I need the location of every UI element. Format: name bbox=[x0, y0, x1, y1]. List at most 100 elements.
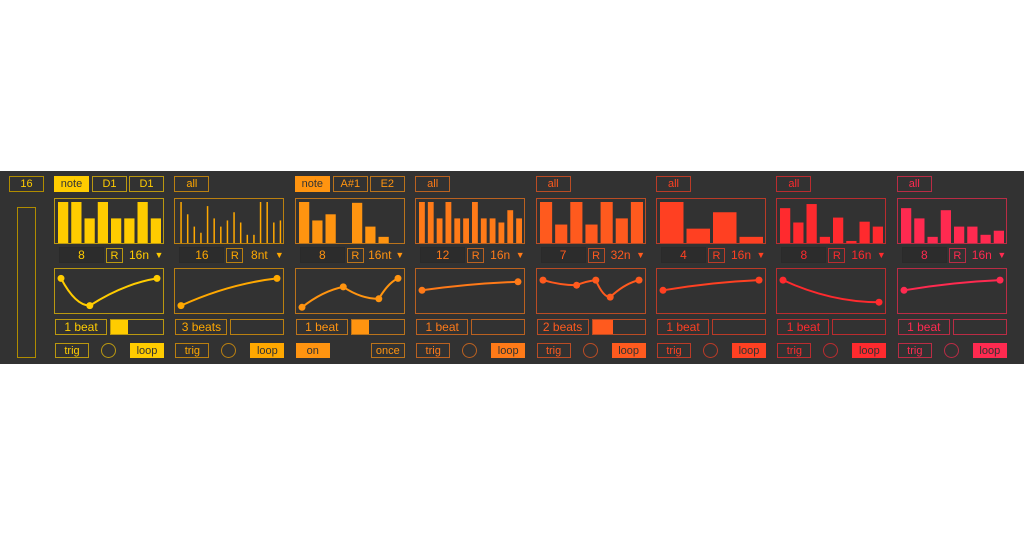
random-button[interactable]: R bbox=[106, 248, 123, 263]
envelope-point[interactable] bbox=[659, 286, 667, 294]
chevron-down-icon[interactable]: ▼ bbox=[756, 247, 766, 263]
length-value[interactable]: 1 beat bbox=[897, 319, 950, 335]
rate-select[interactable]: 16n bbox=[967, 247, 997, 263]
steps-number[interactable]: 4 bbox=[661, 247, 706, 263]
envelope-curve[interactable] bbox=[657, 269, 767, 315]
step-bars[interactable] bbox=[415, 198, 526, 244]
step-bar[interactable] bbox=[193, 226, 196, 243]
rate-select[interactable]: 16nt bbox=[365, 247, 395, 263]
circle-indicator-icon[interactable] bbox=[703, 343, 718, 358]
envelope-point[interactable] bbox=[273, 274, 281, 282]
trig-button[interactable]: trig bbox=[657, 343, 691, 358]
envelope-point[interactable] bbox=[539, 276, 547, 284]
step-bar[interactable] bbox=[463, 218, 470, 243]
mode-button[interactable]: all bbox=[776, 176, 812, 192]
chevron-down-icon[interactable]: ▼ bbox=[515, 247, 525, 263]
step-bar[interactable] bbox=[445, 202, 452, 243]
envelope-point[interactable] bbox=[153, 274, 161, 282]
mode-button[interactable]: all bbox=[656, 176, 691, 192]
step-bar[interactable] bbox=[436, 218, 443, 243]
rate-select[interactable]: 8nt bbox=[244, 247, 274, 263]
step-bars-graph[interactable] bbox=[55, 199, 165, 245]
step-bar[interactable] bbox=[58, 202, 69, 243]
step-bars[interactable] bbox=[54, 198, 164, 244]
steps-number[interactable]: 8 bbox=[299, 247, 345, 263]
circle-indicator-icon[interactable] bbox=[462, 343, 478, 358]
step-bars-graph[interactable] bbox=[777, 199, 887, 245]
loop-button[interactable]: loop bbox=[130, 343, 164, 358]
step-bar[interactable] bbox=[280, 220, 282, 243]
trig-button[interactable]: trig bbox=[897, 343, 932, 358]
step-bar[interactable] bbox=[516, 218, 523, 243]
step-bar[interactable] bbox=[859, 221, 871, 243]
random-button[interactable]: R bbox=[346, 248, 364, 263]
step-bar[interactable] bbox=[71, 202, 82, 243]
master-slider[interactable] bbox=[17, 207, 36, 358]
step-bars[interactable] bbox=[776, 198, 887, 245]
step-bar[interactable] bbox=[97, 202, 108, 243]
envelope-point[interactable] bbox=[755, 276, 763, 284]
length-slider[interactable] bbox=[110, 319, 164, 335]
step-bars[interactable] bbox=[896, 198, 1007, 244]
length-value[interactable]: 1 beat bbox=[777, 319, 830, 335]
loop-button[interactable]: loop bbox=[611, 343, 646, 358]
length-value[interactable]: 1 beat bbox=[295, 319, 348, 335]
mode-button[interactable]: all bbox=[415, 176, 451, 192]
step-bars-graph[interactable] bbox=[657, 199, 767, 245]
circle-indicator-icon[interactable] bbox=[823, 343, 839, 358]
length-value[interactable]: 1 beat bbox=[55, 319, 107, 335]
step-bar[interactable] bbox=[554, 224, 567, 243]
step-bar[interactable] bbox=[686, 228, 711, 243]
step-bar[interactable] bbox=[780, 208, 791, 243]
envelope-point[interactable] bbox=[875, 298, 883, 306]
mode-button[interactable]: all bbox=[896, 176, 932, 192]
envelope-point[interactable] bbox=[177, 302, 185, 310]
envelope-curve[interactable] bbox=[537, 269, 647, 315]
step-bar[interactable] bbox=[585, 224, 598, 243]
envelope-editor[interactable] bbox=[535, 268, 647, 315]
step-bar[interactable] bbox=[927, 236, 938, 243]
rate-select[interactable]: 16n bbox=[485, 247, 515, 263]
mode-button[interactable]: all bbox=[174, 176, 210, 192]
circle-indicator-icon[interactable] bbox=[101, 343, 116, 358]
step-bar[interactable] bbox=[312, 220, 323, 243]
step-bar[interactable] bbox=[246, 234, 249, 243]
rate-select[interactable]: 16n bbox=[846, 247, 876, 263]
envelope-point[interactable] bbox=[394, 274, 402, 282]
loop-button[interactable]: loop bbox=[852, 343, 887, 358]
length-slider[interactable] bbox=[712, 319, 766, 335]
step-bar[interactable] bbox=[266, 202, 269, 243]
step-bar[interactable] bbox=[539, 202, 552, 243]
step-bar[interactable] bbox=[873, 226, 884, 243]
on-button[interactable]: on bbox=[295, 343, 330, 358]
envelope-editor[interactable] bbox=[776, 268, 887, 314]
step-bar[interactable] bbox=[507, 210, 514, 243]
circle-indicator-icon[interactable] bbox=[943, 343, 959, 358]
envelope-point[interactable] bbox=[339, 283, 347, 291]
step-bar[interactable] bbox=[419, 202, 426, 243]
chevron-down-icon[interactable]: ▼ bbox=[395, 247, 405, 263]
rate-select[interactable]: 16n bbox=[726, 247, 756, 263]
step-bar[interactable] bbox=[454, 218, 461, 243]
step-bars[interactable] bbox=[656, 198, 766, 244]
step-bar[interactable] bbox=[260, 202, 262, 243]
step-bar[interactable] bbox=[298, 202, 310, 243]
random-button[interactable]: R bbox=[828, 248, 846, 263]
envelope-curve[interactable] bbox=[175, 269, 285, 315]
step-bar[interactable] bbox=[600, 202, 613, 243]
step-bar[interactable] bbox=[481, 218, 487, 243]
envelope-editor[interactable] bbox=[656, 268, 766, 314]
circle-indicator-icon[interactable] bbox=[582, 343, 598, 358]
step-bar[interactable] bbox=[967, 226, 978, 243]
step-bar[interactable] bbox=[240, 222, 242, 244]
loop-button[interactable]: loop bbox=[972, 343, 1007, 358]
step-bars-graph[interactable] bbox=[175, 199, 285, 245]
envelope-curve[interactable] bbox=[416, 269, 526, 315]
envelope-point[interactable] bbox=[57, 274, 65, 282]
chevron-down-icon[interactable]: ▼ bbox=[154, 247, 164, 263]
step-bar[interactable] bbox=[351, 202, 363, 243]
envelope-point[interactable] bbox=[606, 293, 614, 301]
step-bar[interactable] bbox=[111, 218, 122, 243]
note-high[interactable]: E2 bbox=[369, 176, 405, 192]
step-bar[interactable] bbox=[84, 218, 95, 243]
